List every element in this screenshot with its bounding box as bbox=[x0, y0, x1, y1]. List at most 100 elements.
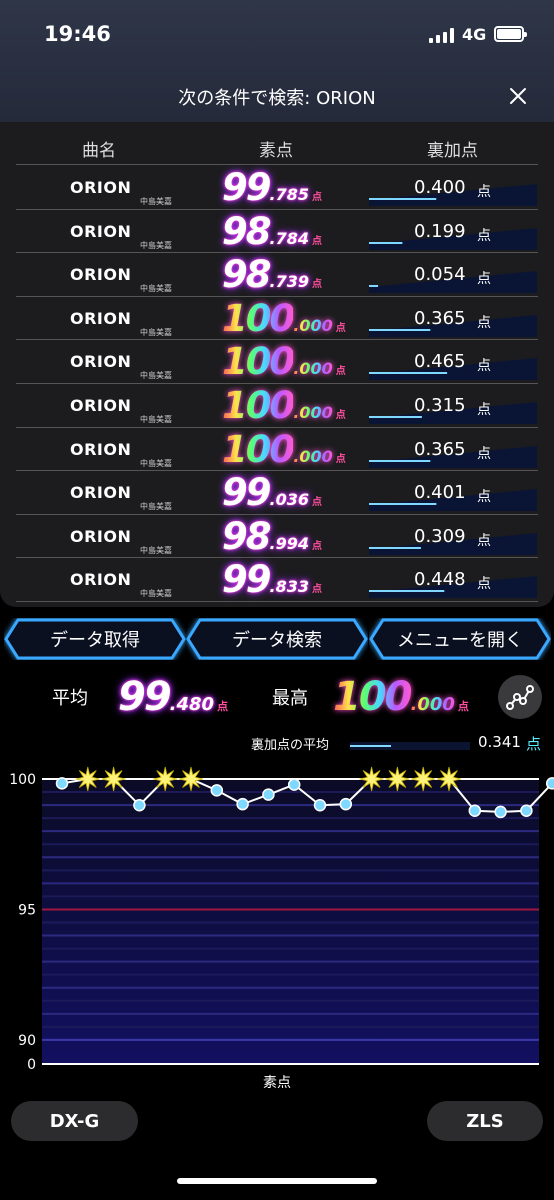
bonus-value: 0.054 bbox=[414, 264, 466, 286]
table-row[interactable]: ORION 中島美嘉 99.833 点 0.448 点 bbox=[16, 558, 538, 602]
song-title: ORION bbox=[70, 352, 132, 372]
song-title: ORION bbox=[70, 396, 132, 415]
score-int: 100 bbox=[222, 384, 295, 427]
bonus-unit: 点 bbox=[477, 314, 491, 331]
score-dec: .739 bbox=[269, 272, 309, 292]
artist-name: 中島美嘉 bbox=[140, 197, 172, 206]
open-menu-button[interactable]: メニューを開く bbox=[369, 618, 551, 660]
dx-g-button[interactable]: DX-G bbox=[11, 1101, 138, 1141]
bonus-value: 0.448 bbox=[414, 569, 466, 591]
score: 100.000 点 bbox=[222, 384, 346, 428]
star-point bbox=[101, 766, 126, 792]
close-icon[interactable] bbox=[506, 84, 530, 108]
average-dec: .480 bbox=[169, 694, 215, 715]
bonus-value: 0.199 bbox=[414, 220, 466, 242]
y-tick-label: 90 bbox=[18, 1033, 36, 1049]
table-row[interactable]: ORION 中島美嘉 100.000 点 0.365 点 bbox=[16, 297, 538, 341]
score-int: 98 bbox=[222, 514, 271, 558]
table-row[interactable]: ORION 中島美嘉 98.739 点 0.054 点 bbox=[16, 253, 538, 297]
table-row[interactable]: ORION 中島美嘉 100.000 点 0.365 点 bbox=[16, 428, 538, 472]
data-point bbox=[55, 777, 69, 790]
star-point bbox=[411, 766, 436, 792]
score: 98.739 点 bbox=[222, 253, 322, 297]
bonus-unit: 点 bbox=[477, 271, 491, 288]
bonus-cell: 0.054 点 bbox=[369, 253, 537, 297]
song-title: ORION bbox=[70, 439, 132, 459]
y-tick-label: 95 bbox=[18, 902, 36, 918]
bonus-unit: 点 bbox=[477, 489, 491, 506]
results-list: 曲名 素点 裏加点 ORION 中島美嘉 99.785 点 0.400 点 ORION 中島美… bbox=[0, 122, 554, 607]
score-int: 99 bbox=[222, 558, 271, 602]
bonus-cell: 0.315 点 bbox=[369, 384, 537, 428]
table-row[interactable]: ORION 中島美嘉 100.000 点 0.315 点 bbox=[16, 384, 538, 428]
y-tick-label: 100 bbox=[9, 772, 36, 788]
signal-icon bbox=[429, 28, 455, 43]
song-title: ORION bbox=[70, 265, 132, 285]
status-time: 19:46 bbox=[44, 22, 111, 46]
artist-name: 中島美嘉 bbox=[140, 327, 172, 337]
average-label: 平均 bbox=[52, 688, 88, 709]
bonus-cell: 0.401 点 bbox=[369, 471, 537, 515]
average-unit: 点 bbox=[217, 700, 229, 713]
star-shape bbox=[178, 766, 204, 792]
table-row[interactable]: ORION 中島美嘉 99.785 点 0.400 点 bbox=[16, 166, 538, 210]
song-title: ORION bbox=[70, 526, 132, 546]
max-int: 100 bbox=[333, 674, 412, 720]
table-row[interactable]: ORION 中島美嘉 100.000 点 0.465 点 bbox=[16, 340, 538, 384]
column-header-score: 素点 bbox=[259, 141, 293, 161]
star-point bbox=[75, 766, 100, 792]
song-title: ORION bbox=[70, 570, 132, 590]
column-header-bonus: 裏加点 bbox=[427, 141, 478, 161]
bonus-unit: 点 bbox=[477, 402, 491, 418]
data-point bbox=[287, 778, 301, 791]
page-title: 次の条件で検索: ORION bbox=[178, 88, 376, 109]
search-data-button[interactable]: データ検索 bbox=[186, 618, 368, 660]
score: 99.785 点 bbox=[222, 166, 322, 210]
star-shape bbox=[101, 766, 126, 792]
bonus-value: 0.365 bbox=[414, 438, 466, 460]
score: 100.000 点 bbox=[222, 340, 346, 384]
data-point bbox=[313, 798, 327, 812]
zls-button[interactable]: ZLS bbox=[427, 1101, 543, 1141]
star-shape bbox=[359, 766, 384, 792]
table-row[interactable]: ORION 中島美嘉 98.784 点 0.199 点 bbox=[16, 210, 538, 254]
column-header-song: 曲名 bbox=[82, 141, 116, 161]
bonus-cell: 0.365 点 bbox=[369, 297, 537, 341]
score: 100.000 点 bbox=[222, 297, 346, 341]
bonus-cell: 0.365 点 bbox=[369, 428, 537, 472]
score-dec: .784 bbox=[269, 228, 309, 248]
song-title: ORION bbox=[70, 221, 132, 241]
network-type: 4G bbox=[462, 25, 487, 44]
score-dec: .994 bbox=[269, 533, 309, 553]
bonus-value: 0.365 bbox=[414, 307, 466, 329]
bonus-value: 0.309 bbox=[414, 525, 466, 547]
bonus-unit: 点 bbox=[477, 445, 491, 462]
song-title: ORION bbox=[70, 308, 132, 328]
star-point bbox=[153, 766, 178, 792]
score-chart: 100 95 90 0 bbox=[9, 766, 554, 1073]
score: 99.833 点 bbox=[222, 558, 322, 602]
max-score: 100.000 点 bbox=[333, 674, 469, 720]
header-divider bbox=[16, 164, 538, 165]
bonus-cell: 0.199 点 bbox=[369, 210, 537, 254]
get-data-button[interactable]: データ取得 bbox=[4, 618, 186, 660]
data-point bbox=[339, 797, 353, 811]
bonus-value: 0.400 bbox=[414, 177, 466, 198]
max-label: 最高 bbox=[272, 688, 308, 709]
table-row[interactable]: ORION 中島美嘉 99.036 点 0.401 点 bbox=[16, 471, 538, 515]
score-unit: 点 bbox=[335, 410, 346, 421]
score-unit: 点 bbox=[311, 540, 322, 552]
table-row[interactable]: ORION 中島美嘉 98.994 点 0.309 点 bbox=[16, 515, 538, 559]
score-dec: .000 bbox=[293, 359, 333, 379]
data-point bbox=[236, 797, 249, 811]
data-point bbox=[133, 798, 146, 812]
score-dec: .000 bbox=[293, 403, 333, 422]
data-point bbox=[210, 784, 224, 797]
score-unit: 点 bbox=[311, 497, 322, 509]
search-data-label: データ検索 bbox=[232, 630, 322, 651]
bonus-unit: 点 bbox=[477, 358, 491, 375]
graph-toggle-button[interactable] bbox=[498, 675, 542, 719]
song-title: ORION bbox=[70, 178, 132, 197]
bonus-cell: 0.400 点 bbox=[369, 166, 537, 210]
score-int: 98 bbox=[222, 253, 271, 297]
